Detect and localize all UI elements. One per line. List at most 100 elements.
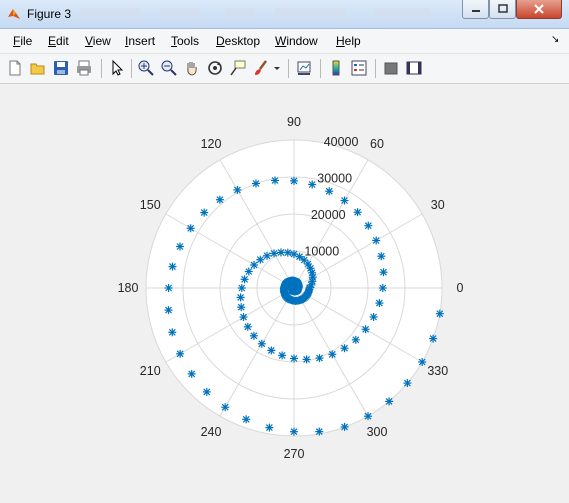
minimize-button[interactable] [462,0,489,19]
brush-dropdown-icon[interactable] [272,59,282,77]
theta-tick-label: 120 [201,137,222,151]
data-point [200,208,209,217]
save-icon[interactable] [52,59,70,77]
data-point [267,346,276,355]
data-point [340,196,349,205]
data-point [256,255,265,264]
theta-tick-label: 300 [367,425,388,439]
theta-tick-label: 330 [427,364,448,378]
theta-tick-label: 150 [140,198,161,212]
background-window-titles [80,8,450,20]
menu-tools[interactable]: Tools [171,34,199,48]
theta-tick-label: 240 [201,425,222,439]
data-point [435,309,444,318]
data-point [364,412,372,421]
insert-legend-icon[interactable] [350,59,368,77]
data-point [242,415,251,424]
theta-tick-label: 210 [140,364,161,378]
toolbar-separator [320,59,321,78]
figure-toolbar [0,53,569,84]
menu-edit[interactable]: Edit [48,34,69,48]
r-tick-label: 10000 [304,245,339,259]
theta-tick-label: 180 [118,281,139,295]
data-point [351,335,360,344]
data-point [308,180,317,189]
data-point [290,176,298,185]
menu-desktop[interactable]: Desktop [216,34,260,48]
menu-window[interactable]: Window [275,34,318,48]
menu-bar: File Edit View Insert Tools Desktop Wind… [0,29,569,53]
maximize-button[interactable] [489,0,516,19]
data-point [252,179,260,188]
data-point [278,351,287,360]
data-point [429,334,438,343]
open-file-icon[interactable] [29,59,47,77]
data-point [221,403,230,412]
polar-axes: 0 30 60 90 120 150 180 210 240 270 300 330 10000 2000… [118,115,464,461]
r-tick-label: 20000 [311,208,346,222]
title-bar: Figure 3 [0,0,569,29]
theta-tick-label: 60 [370,137,384,151]
data-point [249,331,258,340]
pointer-icon[interactable] [108,59,126,77]
data-point [164,284,173,292]
brush-icon[interactable] [252,59,270,77]
r-tick-label: 40000 [324,135,359,149]
data-point [325,187,334,196]
link-plot-icon[interactable] [295,59,313,77]
zoom-in-icon[interactable] [137,59,155,77]
window-title: Figure 3 [27,7,72,21]
menu-file[interactable]: File [13,34,32,48]
insert-colorbar-icon[interactable] [327,59,345,77]
data-point [315,354,324,363]
data-point [290,250,298,259]
dock-arrow-icon[interactable]: ↘ [551,34,559,45]
rotate-3d-icon[interactable] [206,59,224,77]
data-point [377,252,386,261]
data-point [372,236,381,245]
data-point [328,350,337,359]
data-point [385,397,394,406]
data-point [215,195,224,204]
data-point [176,242,184,251]
data-point [270,249,278,258]
theta-tick-label: 30 [431,198,445,212]
close-icon [534,4,544,14]
data-point [403,379,412,388]
data-point [271,176,279,185]
data-point [237,284,246,292]
figure-canvas[interactable]: 0 30 60 90 120 150 180 210 240 270 300 330 10000 2000… [5,84,564,498]
menu-view[interactable]: View [85,34,111,48]
data-point [369,313,378,321]
data-point [277,248,285,257]
theta-tick-label: 90 [287,115,301,129]
data-point [302,355,311,364]
data-point [315,427,324,436]
toolbar-separator [375,59,376,78]
data-point [236,293,245,302]
new-figure-icon[interactable] [6,59,24,77]
data-cursor-icon[interactable] [229,59,247,77]
data-point [239,313,248,322]
data-point [240,275,249,284]
close-button[interactable] [516,0,562,19]
r-tick-label: 30000 [317,172,352,186]
data-point [244,267,253,276]
data-point [290,354,298,363]
data-point [237,303,246,312]
pan-icon[interactable] [183,59,201,77]
data-point [361,325,370,334]
data-point [187,369,196,378]
data-point [186,224,195,233]
hide-plot-tools-icon[interactable] [382,59,400,77]
menu-insert[interactable]: Insert [125,34,155,48]
menu-help[interactable]: Help [336,34,361,48]
zoom-out-icon[interactable] [160,59,178,77]
print-icon[interactable] [75,59,93,77]
show-plot-tools-icon[interactable] [405,59,423,77]
data-point [290,427,298,436]
data-point [168,262,177,271]
theta-tick-label: 0 [457,281,464,295]
data-point [379,268,388,277]
minimize-icon [471,10,480,12]
